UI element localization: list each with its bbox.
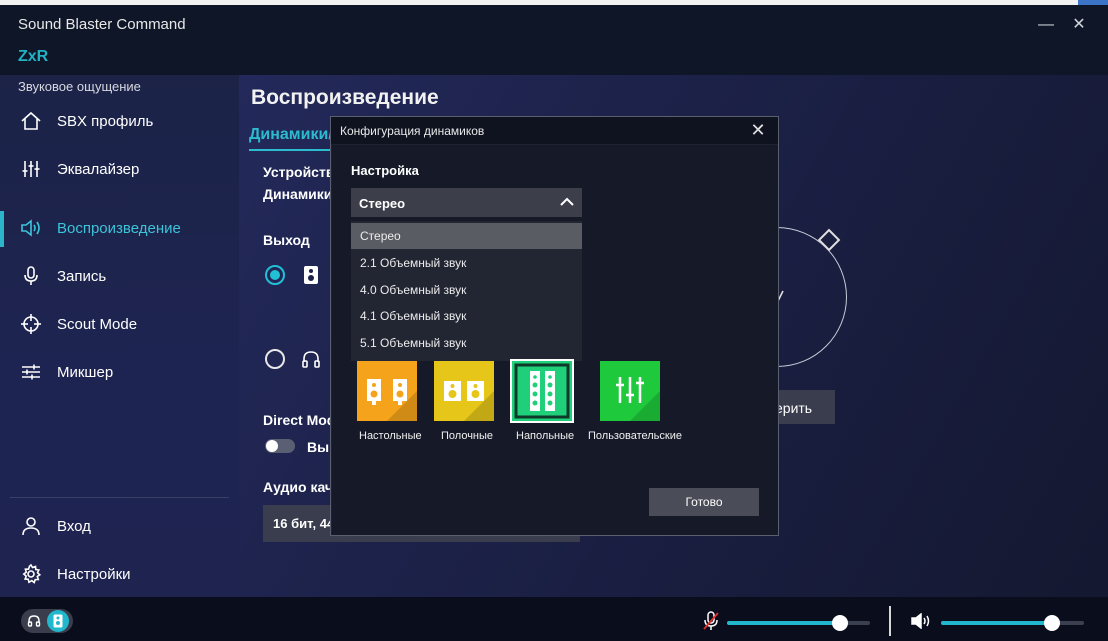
option-label: Стерео: [360, 229, 401, 243]
sidebar-item-label: Scout Mode: [57, 316, 138, 333]
output-label: Выход: [263, 232, 310, 248]
headphones-icon: [302, 351, 320, 368]
dialog-body: Настройка Стерео Стерео 2.1 Объемный зву…: [332, 145, 778, 535]
mic-volume-slider[interactable]: [727, 615, 870, 631]
output-speakers-radio[interactable]: [265, 265, 285, 285]
speaker-volume-slider[interactable]: [941, 615, 1084, 631]
chevron-up-icon: [560, 197, 574, 206]
sidebar-item-label: SBX профиль: [57, 113, 154, 130]
dialog-header: Конфигурация динамиков ✕: [331, 117, 778, 144]
speaker-volume-fill: [941, 621, 1052, 625]
speaker-volume-thumb[interactable]: [1044, 615, 1060, 631]
sidebar-item-sbx-profile[interactable]: SBX профиль: [0, 100, 239, 144]
sidebar: Звуковое ощущение SBX профиль Эквалайзер…: [0, 75, 239, 597]
speaker-type-label: Полочные: [441, 430, 494, 442]
tab-underline: [249, 149, 339, 151]
speaker-config-dialog: Конфигурация динамиков ✕ Настройка Стере…: [330, 116, 779, 536]
headphones-icon: [27, 615, 41, 627]
user-icon: [22, 517, 40, 536]
sidebar-item-label: Микшер: [57, 364, 114, 381]
sidebar-item-playback[interactable]: Воспроизведение: [0, 207, 239, 251]
minimize-button[interactable]: —: [1035, 16, 1057, 34]
gear-icon: [22, 563, 42, 584]
dropdown-option-4-0[interactable]: 4.0 Объемный звук: [351, 277, 582, 303]
audio-quality-value: 16 бит, 44: [273, 516, 335, 531]
speaker-config-dropdown: Стерео 2.1 Объемный звук 4.0 Объемный зв…: [351, 221, 582, 361]
app-title: Sound Blaster Command: [18, 16, 186, 33]
sidebar-item-scout-mode[interactable]: Scout Mode: [0, 303, 239, 347]
microphone-muted-icon[interactable]: [702, 611, 720, 631]
output-switch-knob: [47, 610, 69, 632]
direct-mode-toggle-text: Вы: [307, 439, 330, 455]
volume-icon[interactable]: [911, 613, 933, 629]
audio-quality-label: Аудио кач: [263, 479, 334, 495]
close-button[interactable]: ✕: [1068, 16, 1090, 34]
crosshair-icon: [21, 314, 41, 334]
home-icon: [21, 111, 41, 130]
speaker-type-custom[interactable]: [600, 361, 660, 421]
option-label: 2.1 Объемный звук: [360, 256, 467, 270]
sidebar-item-settings[interactable]: Настройки: [0, 553, 239, 597]
device-name: ZxR: [18, 48, 49, 65]
dropdown-option-5-1[interactable]: 5.1 Объемный звук: [351, 330, 582, 356]
option-label: 4.0 Объемный звук: [360, 283, 467, 297]
speaker-type-label: Напольные: [516, 430, 575, 442]
sidebar-divider: [10, 497, 229, 498]
speaker-type-label: Настольные: [359, 430, 422, 442]
dropdown-option-4-1[interactable]: 4.1 Объемный звук: [351, 303, 582, 329]
bottom-bar: [0, 597, 1108, 641]
custom-sliders-icon: [616, 377, 660, 421]
title-bar: Sound Blaster Command ZxR — ✕: [0, 5, 1108, 75]
speakers-label: Динамики: [263, 186, 333, 202]
speaker-icon: [21, 219, 40, 237]
speaker-type-floorstanding[interactable]: [510, 359, 574, 423]
select-value: Стерео: [359, 196, 406, 211]
bottom-bar-separator: [889, 606, 891, 636]
sidebar-item-mixer[interactable]: Микшер: [0, 351, 239, 395]
option-label: 4.1 Объемный звук: [360, 309, 467, 323]
sidebar-item-equalizer[interactable]: Эквалайзер: [0, 148, 239, 192]
speaker-device-icon: [304, 266, 318, 284]
microphone-icon: [24, 266, 38, 285]
device-label: Устройств: [263, 164, 335, 180]
direct-mode-toggle[interactable]: [265, 439, 295, 453]
sidebar-item-label: Настройки: [57, 566, 131, 583]
mic-volume-fill: [727, 621, 840, 625]
sidebar-item-recording[interactable]: Запись: [0, 255, 239, 299]
speaker-config-select[interactable]: Стерео: [351, 188, 582, 217]
done-button[interactable]: Готово: [649, 488, 759, 516]
dropdown-option-stereo[interactable]: Стерео: [351, 223, 582, 249]
setup-label: Настройка: [351, 163, 419, 178]
mic-volume-thumb[interactable]: [832, 615, 848, 631]
output-switch[interactable]: [21, 609, 73, 633]
sidebar-item-label: Воспроизведение: [57, 220, 181, 237]
output-headphones-radio[interactable]: [265, 349, 285, 369]
bookshelf-speakers-icon: [444, 381, 494, 421]
sidebar-section-label: Звуковое ощущение: [18, 79, 141, 94]
dialog-close-icon[interactable]: ✕: [748, 120, 768, 140]
sidebar-item-label: Запись: [57, 268, 107, 285]
tab-speakers[interactable]: Динамики/: [249, 126, 333, 144]
page-title: Воспроизведение: [251, 86, 439, 109]
speaker-type-bookshelf[interactable]: [434, 361, 494, 421]
test-button-label: ерить: [775, 400, 813, 416]
sidebar-item-label: Вход: [57, 518, 91, 535]
desktop-speakers-icon: [367, 379, 417, 421]
speaker-device-icon: [53, 614, 63, 628]
option-label: 5.1 Объемный звук: [360, 336, 467, 350]
test-button[interactable]: ерить: [775, 390, 835, 424]
speaker-type-label: Пользовательские: [588, 430, 682, 442]
equalizer-icon: [22, 161, 40, 177]
sidebar-item-login[interactable]: Вход: [0, 505, 239, 549]
dialog-title: Конфигурация динамиков: [340, 124, 485, 138]
sidebar-item-label: Эквалайзер: [57, 161, 140, 178]
floorstanding-speakers-icon: [514, 363, 570, 419]
done-button-label: Готово: [685, 495, 723, 509]
dropdown-option-2-1[interactable]: 2.1 Объемный звук: [351, 250, 582, 276]
speaker-type-desktop[interactable]: [357, 361, 417, 421]
mixer-icon: [22, 364, 40, 380]
